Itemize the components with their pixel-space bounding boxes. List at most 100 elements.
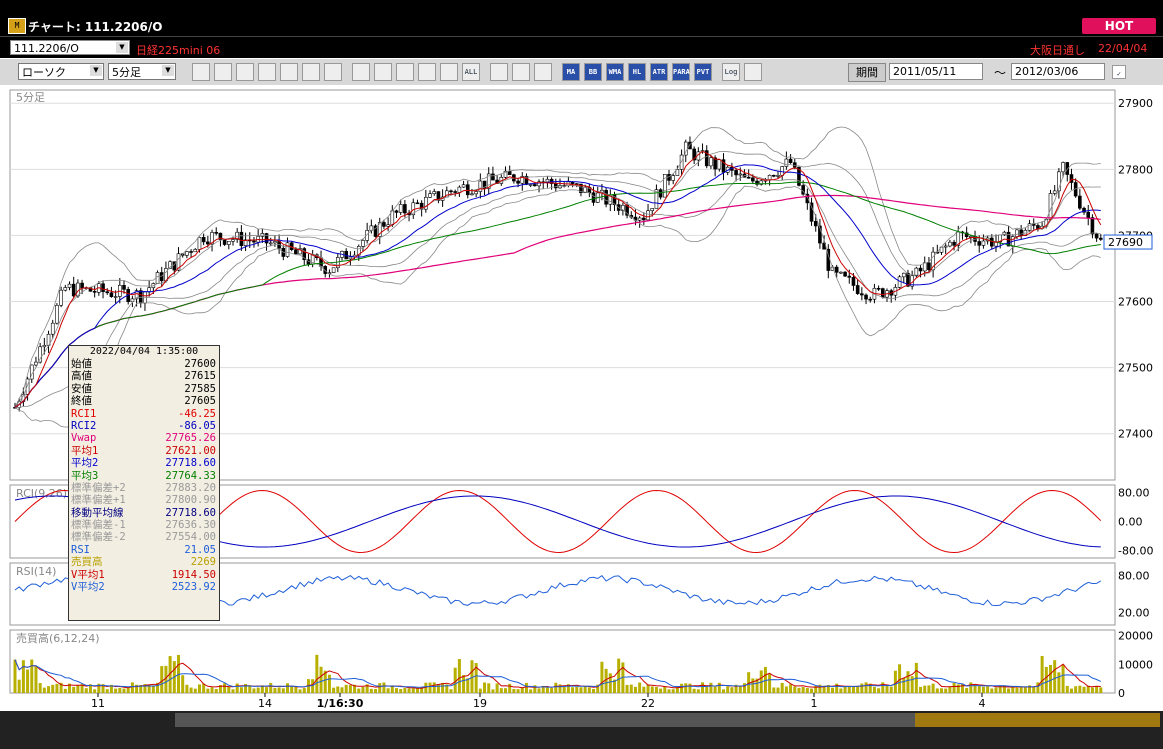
- volume-tick-label: 20000: [1118, 630, 1153, 643]
- chart-type-select[interactable]: ローソク ▼: [18, 63, 104, 80]
- candle-body: [554, 183, 558, 189]
- indicator-ma-button[interactable]: MA: [562, 63, 580, 81]
- log-button[interactable]: Log: [722, 63, 740, 81]
- undo-icon[interactable]: [396, 63, 414, 81]
- candle-body: [361, 240, 365, 247]
- period-button[interactable]: 期間: [848, 63, 886, 82]
- candle-body: [751, 177, 755, 182]
- candle-style-icon[interactable]: [236, 63, 254, 81]
- volume-bar: [864, 682, 868, 693]
- candle-body: [159, 272, 164, 282]
- hot-button[interactable]: HOT: [1082, 18, 1156, 34]
- date-from-input[interactable]: 2011/05/11: [889, 63, 983, 80]
- bar-icon[interactable]: [418, 63, 436, 81]
- volume-bar: [26, 669, 30, 693]
- volume-bar: [504, 688, 507, 693]
- update-date: 22/04/04: [1098, 42, 1148, 55]
- volume-bar: [508, 683, 512, 693]
- symbol-select[interactable]: 111.2206/O ▼: [10, 40, 130, 55]
- candle-body: [1061, 162, 1065, 173]
- date-to-input[interactable]: 2012/03/06: [1011, 63, 1105, 80]
- candle-body: [201, 237, 206, 243]
- checkbox-icon[interactable]: ✓: [1112, 65, 1126, 79]
- pen-icon[interactable]: [512, 63, 530, 81]
- volume-bar: [684, 683, 688, 693]
- chevron-down-icon[interactable]: ▼: [90, 65, 102, 76]
- info-value: 27585: [184, 382, 216, 395]
- volume-bar: [227, 686, 231, 693]
- display-icon[interactable]: [744, 63, 762, 81]
- settings-icon[interactable]: [490, 63, 508, 81]
- candle-body: [185, 251, 189, 256]
- candle-body: [1099, 237, 1103, 240]
- info-row: 終値 27605: [69, 395, 219, 407]
- candle-body: [101, 283, 105, 292]
- candle-body: [415, 202, 420, 205]
- volume-bar: [709, 682, 713, 693]
- line-icon[interactable]: [440, 63, 458, 81]
- indicator-atr-button[interactable]: ATR: [650, 63, 668, 81]
- x-tick-label: 19: [473, 697, 487, 710]
- candle-body: [470, 193, 474, 196]
- volume-bar: [617, 658, 621, 693]
- info-value: 27605: [184, 395, 216, 408]
- info-row: 標準偏差-1 27636.30: [69, 519, 219, 531]
- info-row: 平均2 27718.60: [69, 457, 219, 469]
- indicator-wma-button[interactable]: WMA: [606, 63, 624, 81]
- volume-bar: [47, 686, 51, 693]
- volume-bar: [357, 688, 361, 693]
- chevron-down-icon[interactable]: ▼: [116, 42, 128, 53]
- candle-body: [943, 245, 948, 248]
- cursor-icon[interactable]: [374, 63, 392, 81]
- volume-bar: [1044, 666, 1048, 693]
- x-tick-label: 11: [91, 697, 105, 710]
- date-to-value: 2012/03/06: [1015, 65, 1079, 78]
- chevron-down-icon[interactable]: ▼: [162, 65, 174, 76]
- volume-bar: [1015, 687, 1019, 693]
- volume-bar: [30, 659, 34, 693]
- indicator-bb-button[interactable]: BB: [584, 63, 602, 81]
- indicator-pvt-button[interactable]: PVT: [694, 63, 712, 81]
- volume-bar: [378, 683, 382, 693]
- candle-body: [206, 241, 210, 245]
- volume-tick-label: 10000: [1118, 658, 1153, 671]
- candle-body: [449, 190, 453, 193]
- grid-icon[interactable]: [214, 63, 232, 81]
- candle-body: [67, 283, 72, 288]
- zoom-icon[interactable]: [192, 63, 210, 81]
- volume-bar: [13, 659, 17, 693]
- candle-body: [231, 239, 235, 242]
- candle-body: [776, 175, 780, 177]
- candle-body: [1078, 195, 1082, 209]
- ticker-icon[interactable]: [258, 63, 276, 81]
- info-value: 27615: [184, 370, 216, 383]
- chart-toolbar: ローソク ▼ 5分足 ▼ ALL MA BB WMA HL ATR PARA PVT Log 期…: [0, 58, 1163, 86]
- candle-body: [38, 346, 42, 363]
- volume-bar: [667, 689, 671, 693]
- indicator-icon[interactable]: [302, 63, 320, 81]
- trendline-icon[interactable]: [352, 63, 370, 81]
- candle-body: [717, 159, 722, 170]
- indicator-para-button[interactable]: PARA: [672, 63, 690, 81]
- compare-icon[interactable]: [280, 63, 298, 81]
- volume-bar: [277, 687, 281, 693]
- chart-area[interactable]: 2790027800277002760027500274005分足27690RC…: [0, 85, 1163, 749]
- volume-bar: [960, 683, 964, 693]
- volume-bar: [717, 682, 721, 693]
- candle-body: [432, 191, 437, 195]
- exchange-label: 大阪日通し: [1030, 44, 1085, 57]
- color-icon[interactable]: [534, 63, 552, 81]
- info-value: -46.25: [178, 407, 216, 420]
- volume-bar: [772, 687, 776, 693]
- volume-bar: [910, 676, 914, 693]
- info-row: 標準偏差+2 27883.20: [69, 482, 219, 494]
- indicator-hl-button[interactable]: HL: [628, 63, 646, 81]
- candle-body: [679, 154, 684, 170]
- all-button[interactable]: ALL: [462, 63, 480, 81]
- candle-body: [876, 287, 881, 290]
- interval-select[interactable]: 5分足 ▼: [108, 63, 176, 80]
- volume-bar: [281, 688, 285, 693]
- volume-bar: [499, 688, 503, 693]
- info-value: 21.05: [184, 543, 216, 556]
- info-icon[interactable]: [324, 63, 342, 81]
